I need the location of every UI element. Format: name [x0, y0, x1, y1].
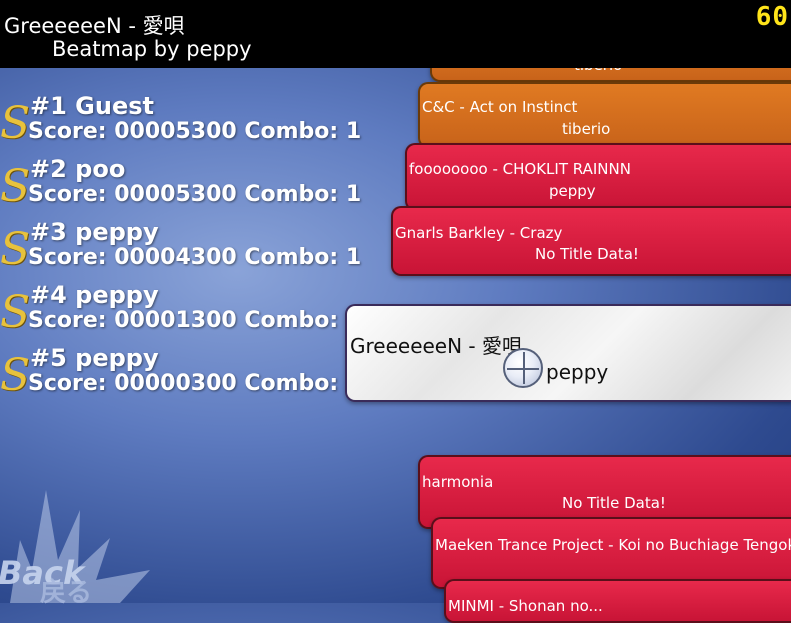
beatmap-creator: Beatmap by peppy: [52, 37, 252, 61]
song-card-title: foooooooo - CHOKLIT RAINNN: [409, 160, 631, 178]
song-card[interactable]: foooooooo - CHOKLIT RAINNN peppy: [405, 143, 791, 211]
song-card-creator: No Title Data!: [562, 494, 666, 512]
song-card[interactable]: C&C - Act on Instinct tiberio: [418, 82, 791, 148]
back-label-jp: 戻る: [40, 578, 93, 608]
song-card-creator: peppy: [549, 182, 596, 200]
song-card-creator: peppy: [546, 360, 609, 384]
song-card-creator: tiberio: [562, 120, 611, 138]
song-card-title: Gnarls Barkley - Crazy: [395, 224, 563, 242]
back-button[interactable]: Back 戻る: [0, 480, 170, 608]
song-card-title: GreeeeeeN - 愛唄: [350, 334, 523, 358]
song-card-creator: No Title Data!: [535, 245, 639, 263]
song-card-title: Maeken Trance Project - Koi no Buchiage …: [435, 536, 791, 554]
song-card-title: MINMI - Shonan no...: [448, 597, 603, 615]
selected-song-card[interactable]: GreeeeeeN - 愛唄 peppy: [345, 304, 791, 402]
song-card-title: harmonia: [422, 473, 494, 491]
song-card-title: C&C - Act on Instinct: [422, 98, 578, 116]
song-card[interactable]: Gnarls Barkley - Crazy No Title Data!: [391, 206, 791, 276]
fps-counter: 60: [755, 2, 789, 32]
song-info-header: GreeeeeeN - 愛唄 Beatmap by peppy 60: [0, 0, 791, 68]
song-card[interactable]: MINMI - Shonan no...: [444, 579, 791, 623]
cursor-icon: [503, 348, 543, 388]
song-title: GreeeeeeN - 愛唄: [4, 14, 185, 38]
